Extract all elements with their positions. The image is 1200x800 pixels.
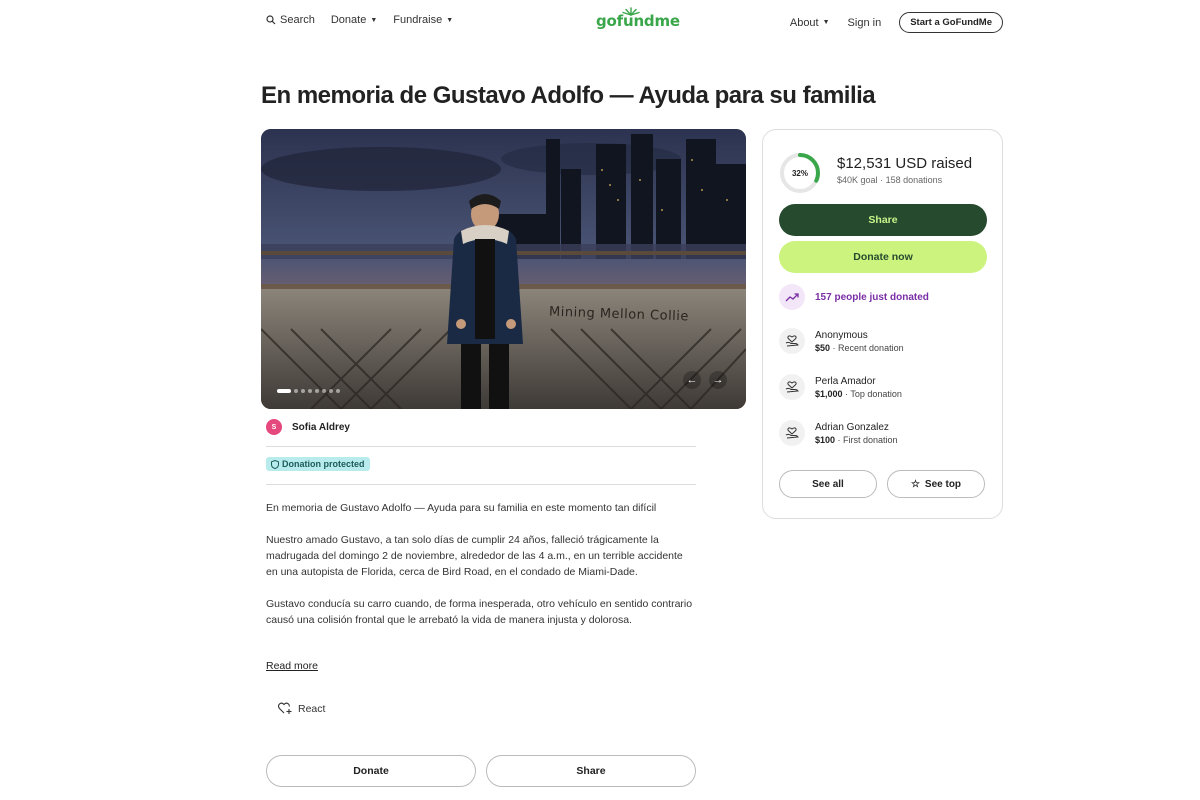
story-text: En memoria de Gustavo Adolfo — Ayuda par… [266, 500, 696, 644]
search-link[interactable]: Search [266, 14, 315, 26]
amount-raised: $12,531 USD raised [837, 155, 973, 172]
organizer[interactable]: S Sofia Aldrey [266, 419, 350, 435]
donor-info: Anonymous $50 · Recent donation [815, 330, 904, 353]
donor-kind: Top donation [850, 388, 902, 399]
progress-percent: 32% [791, 168, 808, 178]
nav-right: About ▼ Sign in Start a GoFundMe [790, 12, 1003, 33]
prev-arrow-icon[interactable]: ← [683, 371, 701, 389]
site-header: Search Donate ▼ Fundraise ▼ gofundme Abo… [0, 0, 1200, 46]
goal-amount: $40K goal [837, 175, 878, 185]
hero-photo [261, 129, 746, 409]
react-button[interactable]: React [278, 702, 325, 715]
donor-amount: $1,000 [815, 388, 843, 399]
donor-meta: $1,000 · Top donation [815, 388, 902, 399]
donate-now-button[interactable]: Donate now [779, 241, 987, 273]
page-title: En memoria de Gustavo Adolfo — Ayuda par… [261, 82, 876, 109]
card-share-button[interactable]: Share [779, 204, 987, 236]
see-all-button[interactable]: See all [779, 470, 877, 498]
donor-name: Anonymous [815, 329, 868, 341]
story-paragraph: Gustavo conducía su carro cuando, de for… [266, 598, 693, 626]
donor-amount: $100 [815, 434, 836, 445]
carousel-dot[interactable] [336, 389, 340, 393]
gofundme-logo[interactable]: gofundme [596, 12, 680, 30]
star-icon: ☆ [910, 478, 920, 490]
nav-left: Search Donate ▼ Fundraise ▼ [266, 14, 453, 26]
donation-protected-badge[interactable]: Donation protected [266, 457, 370, 471]
donor-meta: $100 · First donation [815, 434, 898, 445]
donation-count: 158 donations [885, 175, 943, 185]
story-paragraph: En memoria de Gustavo Adolfo — Ayuda par… [266, 502, 657, 514]
carousel-dot[interactable] [294, 389, 298, 393]
donation-card: 32% $12,531 USD raised $40K goal · 158 d… [762, 129, 1003, 519]
heart-plus-icon [278, 702, 292, 714]
donor-meta: $50 · Recent donation [815, 342, 904, 353]
donor-item: Adrian Gonzalez $100 · First donation [779, 420, 898, 446]
fundraise-menu[interactable]: Fundraise ▼ [393, 14, 453, 26]
fundraise-menu-label: Fundraise [393, 14, 443, 26]
search-label: Search [280, 14, 315, 26]
donor-kind: First donation [843, 434, 898, 445]
donor-info: Adrian Gonzalez $100 · First donation [815, 422, 898, 445]
caret-down-icon: ▼ [370, 16, 378, 24]
divider [266, 446, 696, 447]
donor-item: Anonymous $50 · Recent donation [779, 328, 904, 354]
story-paragraph: Nuestro amado Gustavo, a tan solo días d… [266, 534, 683, 578]
donor-name: Adrian Gonzalez [815, 421, 889, 433]
carousel-dot[interactable] [329, 389, 333, 393]
donor-amount: $50 [815, 342, 831, 353]
carousel-dot-active[interactable] [277, 389, 291, 393]
trend-label: 157 people just donated [815, 291, 929, 303]
start-gofundme-button[interactable]: Start a GoFundMe [899, 12, 1003, 33]
heart-hand-icon [779, 328, 805, 354]
donor-name: Perla Amador [815, 375, 876, 387]
donation-protected-label: Donation protected [282, 459, 365, 469]
next-arrow-icon[interactable]: → [709, 371, 727, 389]
about-menu-label: About [789, 16, 819, 29]
goal-info: $40K goal · 158 donations [837, 175, 942, 185]
donate-menu[interactable]: Donate ▼ [331, 14, 377, 26]
hero-image[interactable]: Mining Mellon Collie ← → [261, 129, 746, 409]
donor-info: Perla Amador $1,000 · Top donation [815, 376, 902, 399]
donor-kind: Recent donation [838, 342, 904, 353]
organizer-name: Sofia Aldrey [292, 421, 350, 433]
recent-donors-trend[interactable]: 157 people just donated [779, 284, 929, 310]
react-label: React [298, 702, 326, 715]
see-all-label: See all [812, 478, 844, 490]
caret-down-icon: ▼ [446, 16, 454, 24]
caret-down-icon: ▼ [822, 19, 830, 26]
signin-link[interactable]: Sign in [848, 17, 882, 29]
carousel-dots[interactable] [277, 389, 340, 393]
see-top-label: See top [924, 478, 962, 490]
carousel-dot[interactable] [308, 389, 312, 393]
see-top-button[interactable]: ☆ See top [887, 470, 985, 498]
read-more-link[interactable]: Read more [266, 660, 318, 672]
search-icon [266, 15, 276, 25]
share-button[interactable]: Share [486, 755, 696, 787]
trending-up-icon [779, 284, 805, 310]
about-menu[interactable]: About ▼ [790, 17, 830, 29]
carousel-dot[interactable] [322, 389, 326, 393]
carousel-dot[interactable] [301, 389, 305, 393]
donor-item: Perla Amador $1,000 · Top donation [779, 374, 902, 400]
donate-button[interactable]: Donate [266, 755, 476, 787]
divider [266, 484, 696, 485]
shield-icon [271, 459, 279, 469]
carousel-dot[interactable] [315, 389, 319, 393]
organizer-avatar: S [266, 419, 282, 435]
heart-hand-icon [779, 374, 805, 400]
donate-menu-label: Donate [330, 14, 367, 26]
heart-hand-icon [779, 420, 805, 446]
